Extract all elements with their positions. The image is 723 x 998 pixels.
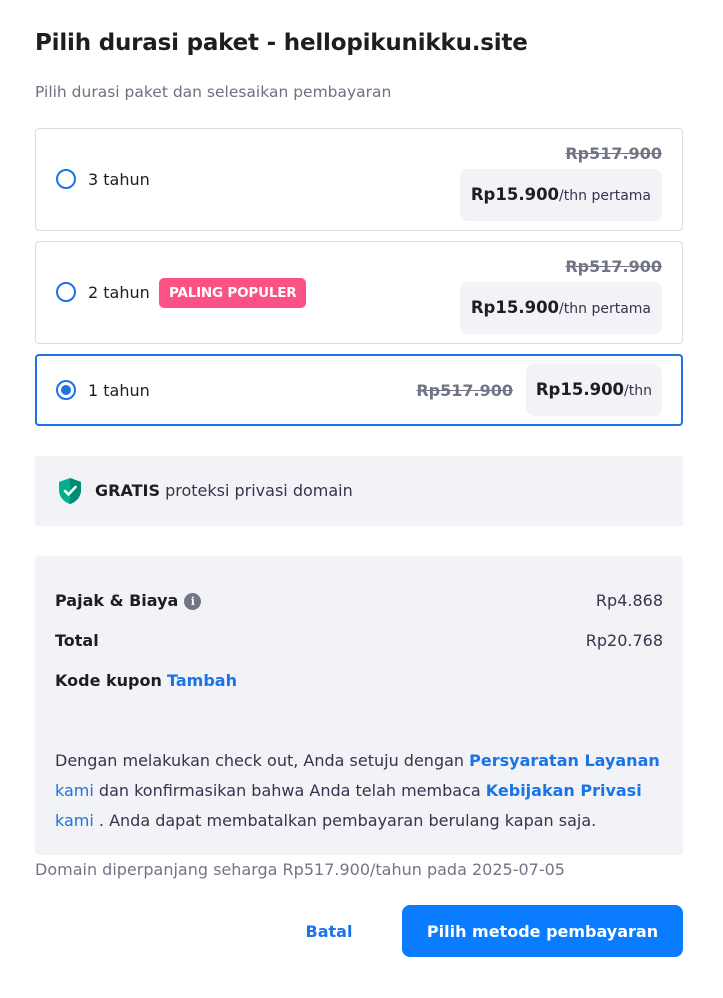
add-coupon-link[interactable]: Tambah: [167, 671, 237, 690]
terms-part-1: Dengan melakukan check out, Anda setuju …: [55, 751, 470, 770]
terms-text: Dengan melakukan check out, Anda setuju …: [55, 746, 665, 836]
total-value: Rp20.768: [585, 631, 663, 650]
plan-label: 3 tahun: [88, 170, 150, 189]
terms-part-2: dan konfirmasikan bahwa Anda telah memba…: [93, 781, 486, 800]
plan-option-2-years[interactable]: 2 tahun PALING POPULER Rp517.900 Rp15.90…: [35, 241, 683, 344]
privacy-policy-link[interactable]: Kebijakan Privasi: [486, 781, 642, 800]
choose-payment-method-button[interactable]: Pilih metode pembayaran: [402, 905, 683, 957]
total-label: Total: [55, 631, 99, 650]
renewal-note: Domain diperpanjang seharga Rp517.900/ta…: [35, 860, 565, 879]
price-box: Rp15.900/thn: [525, 364, 662, 416]
checkout-dialog: Pilih durasi paket - hellopikunikku.site…: [0, 0, 723, 998]
tax-fees-value: Rp4.868: [595, 591, 663, 610]
terms-of-service-link[interactable]: Persyaratan Layanan: [469, 751, 660, 770]
plan-label: 2 tahun: [88, 283, 150, 302]
price-unit: /thn: [624, 383, 652, 399]
radio-3-years[interactable]: [56, 169, 76, 189]
plan-option-3-years[interactable]: 3 tahun Rp517.900 Rp15.900/thn pertama: [35, 128, 683, 231]
price-value: Rp15.900: [470, 298, 560, 317]
privacy-protection-banner: GRATIS proteksi privasi domain: [35, 456, 683, 526]
coupon-label: Kode kupon: [55, 671, 162, 690]
old-price: Rp517.900: [565, 144, 662, 163]
price-value: Rp15.900: [470, 185, 560, 204]
cancel-button[interactable]: Batal: [290, 905, 368, 957]
page-subtitle: Pilih durasi paket dan selesaikan pembay…: [35, 83, 392, 101]
plan-label: 1 tahun: [88, 381, 150, 400]
privacy-policy-link-suffix[interactable]: kami: [55, 811, 94, 830]
price-box: Rp15.900/thn pertama: [459, 282, 662, 334]
tax-fees-text: Pajak & Biaya: [55, 591, 179, 610]
info-icon[interactable]: i: [184, 593, 202, 610]
order-summary: Pajak & Biaya i Rp4.868 Total Rp20.768 Ko…: [35, 556, 683, 855]
privacy-text: GRATIS proteksi privasi domain: [95, 481, 353, 500]
price-unit: /thn pertama: [559, 188, 651, 204]
radio-2-years[interactable]: [56, 282, 76, 302]
tax-fees-label: Pajak & Biaya i: [55, 591, 202, 610]
shield-check-icon: [59, 478, 81, 504]
privacy-free-label: GRATIS: [95, 481, 160, 500]
old-price: Rp517.900: [565, 257, 662, 276]
price-value: Rp15.900: [535, 380, 625, 399]
plan-option-1-year[interactable]: 1 tahun Rp517.900 Rp15.900/thn: [35, 354, 683, 426]
popular-badge: PALING POPULER: [159, 278, 307, 308]
price-box: Rp15.900/thn pertama: [459, 169, 662, 221]
terms-part-3: . Anda dapat membatalkan pembayaran beru…: [93, 811, 597, 830]
page-title: Pilih durasi paket - hellopikunikku.site: [35, 30, 528, 56]
old-price: Rp517.900: [416, 381, 513, 400]
price-unit: /thn pertama: [559, 301, 651, 317]
terms-of-service-link-suffix[interactable]: kami: [55, 781, 94, 800]
radio-1-year[interactable]: [56, 380, 76, 400]
privacy-description: proteksi privasi domain: [159, 481, 353, 500]
